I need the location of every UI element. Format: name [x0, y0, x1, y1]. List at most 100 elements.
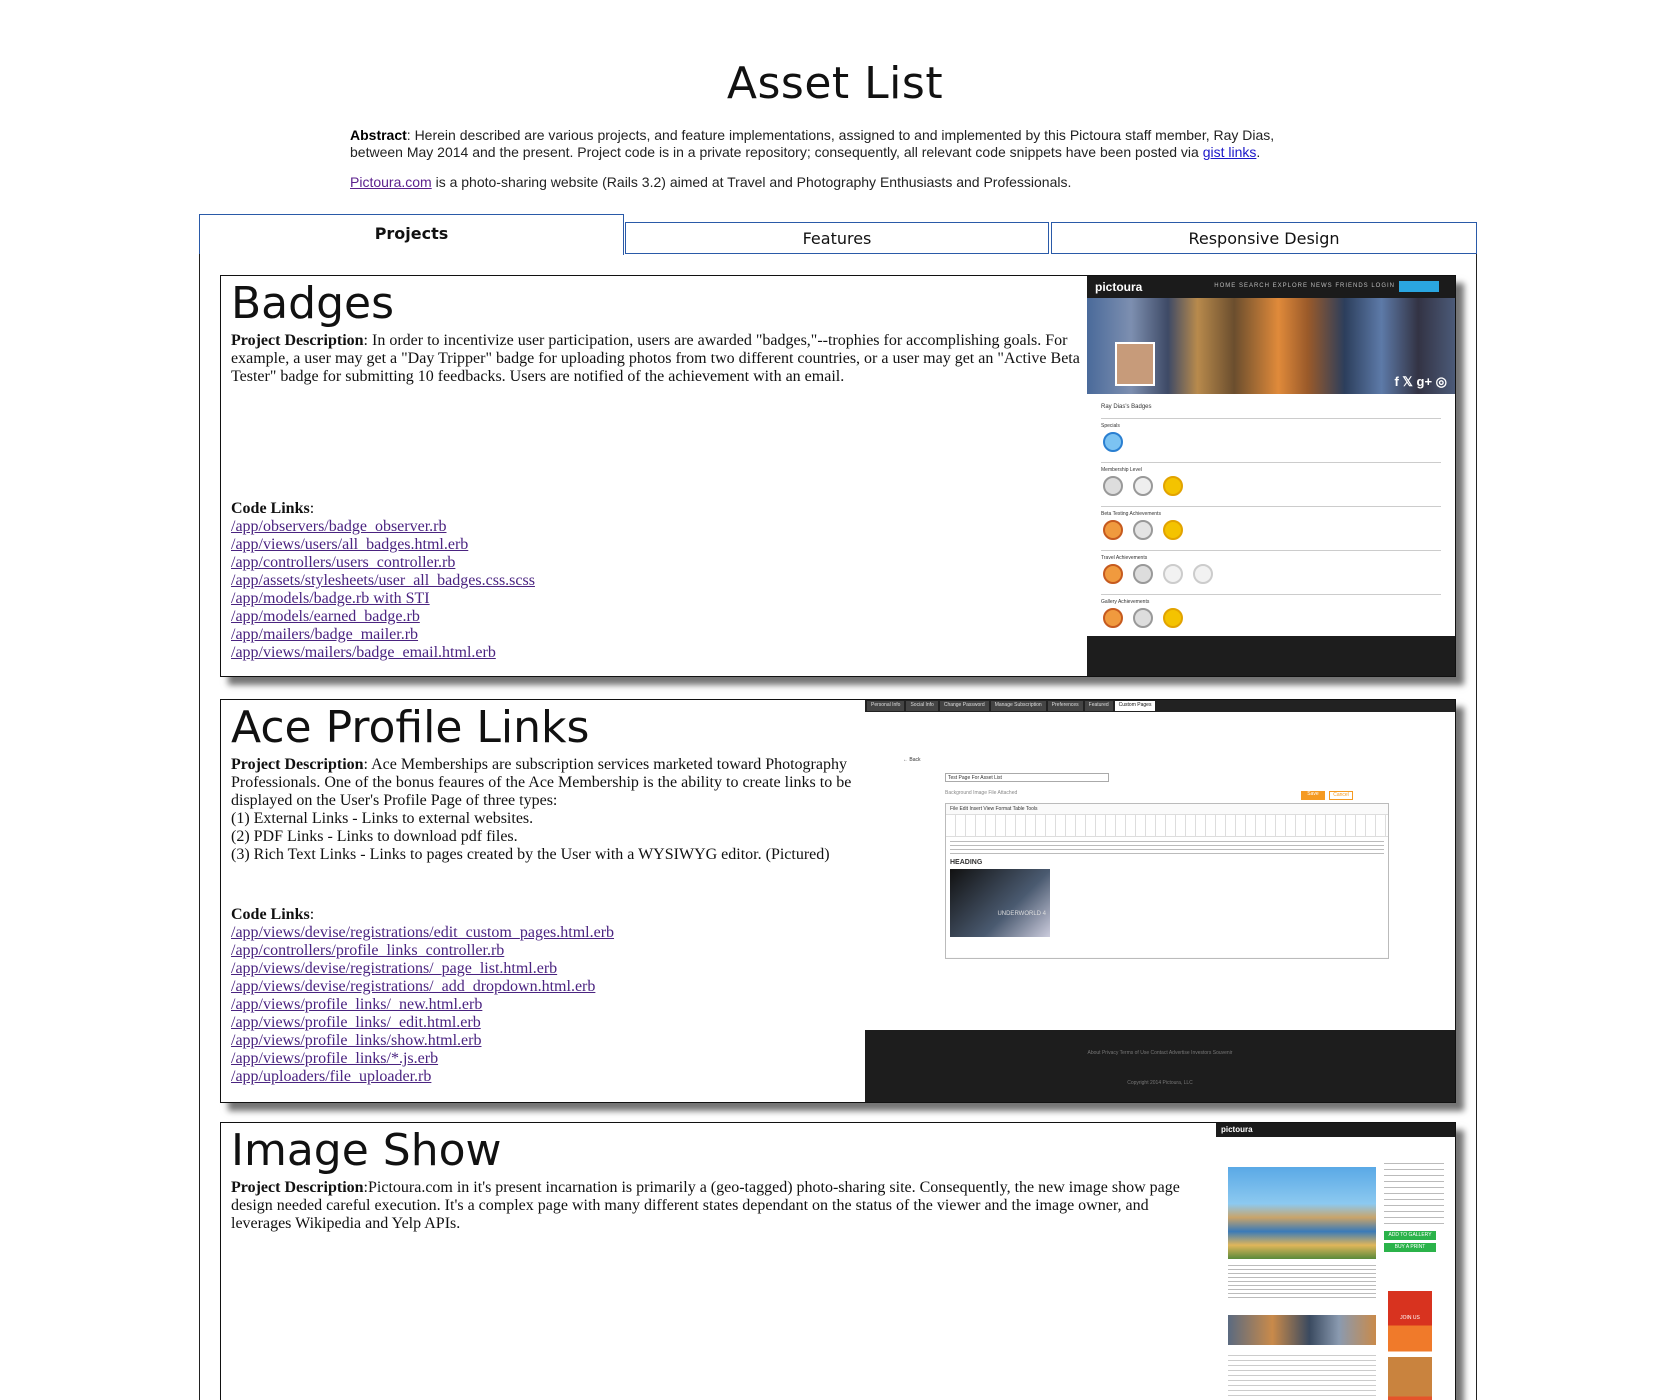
badge-icon	[1133, 564, 1153, 584]
pictoura-logo: pictoura	[1221, 1125, 1253, 1134]
editor-heading: HEADING	[950, 859, 983, 866]
wysiwyg-editor: File Edit Insert View Format Table Tools…	[945, 803, 1389, 959]
settings-tab: Change Password	[939, 701, 989, 711]
code-link[interactable]: /app/models/earned_badge.rb	[231, 608, 535, 626]
site-paragraph: Pictoura.com is a photo-sharing website …	[350, 174, 1310, 191]
abstract-paragraph: Abstract: Herein described are various p…	[350, 127, 1310, 161]
code-links: Code Links: /app/observers/badge_observe…	[231, 500, 535, 662]
gist-link[interactable]: gist links	[1203, 144, 1257, 160]
code-link[interactable]: /app/views/profile_links/show.html.erb	[231, 1032, 614, 1050]
pictoura-logo: pictoura	[1095, 280, 1143, 294]
badges-heading: Ray Dias's Badges	[1101, 404, 1152, 410]
image-show-screenshot: pictoura ADD TO GALLERY BUY A PRINT JOIN…	[1216, 1123, 1455, 1400]
tab-bar: Projects Features Responsive Design	[199, 214, 1477, 255]
code-link[interactable]: /app/models/badge.rb with STI	[231, 590, 535, 608]
footer-links: About Privacy Terms of Use Contact Adver…	[1087, 1050, 1233, 1056]
site-text: is a photo-sharing website (Rails 3.2) a…	[431, 174, 1072, 190]
code-link[interactable]: /app/views/profile_links/_edit.html.erb	[231, 1014, 614, 1032]
photo-details-lines	[1228, 1265, 1376, 1299]
badges-list: Ray Dias's Badges Specials Membership Le…	[1087, 394, 1455, 640]
movie-poster-image: UNDERWORLD 4	[950, 869, 1050, 937]
badge-icon	[1163, 608, 1183, 628]
buy-print-button-shape: BUY A PRINT	[1384, 1243, 1436, 1252]
badge-icon	[1103, 520, 1123, 540]
badge-icon	[1103, 608, 1123, 628]
description-line: (1) External Links - Links to external w…	[231, 810, 534, 827]
badge-section-label: Travel Achievements	[1101, 550, 1441, 561]
badges-screenshot: pictoura HOME SEARCH EXPLORE NEWS FRIEND…	[1087, 276, 1455, 676]
code-link[interactable]: /app/views/devise/registrations/edit_cus…	[231, 924, 614, 942]
code-link[interactable]: /app/views/mailers/badge_email.html.erb	[231, 644, 535, 662]
screenshot-footer: About Privacy Terms of Use Contact Adver…	[865, 1030, 1455, 1102]
description-text: :Pictoura.com in it's present incarnatio…	[231, 1179, 1180, 1232]
project-description: Project Description: Ace Memberships are…	[231, 756, 866, 864]
add-to-gallery-button-shape: ADD TO GALLERY	[1384, 1231, 1436, 1240]
settings-tab: Featured	[1084, 701, 1113, 711]
banner-collage: f 𝕏 g+ ◎	[1087, 298, 1455, 394]
project-card-ace-profile-links: Ace Profile Links Project Description: A…	[220, 699, 1456, 1103]
intro: Abstract: Herein described are various p…	[350, 127, 1310, 204]
ad-join-text: JOIN US	[1400, 1315, 1420, 1321]
social-icons: f 𝕏 g+ ◎	[1394, 374, 1447, 389]
screenshot-footer	[1087, 636, 1455, 676]
related-gallery-strip	[1228, 1315, 1376, 1345]
code-links: Code Links: /app/views/devise/registrati…	[231, 906, 615, 1086]
badge-icon	[1103, 432, 1123, 452]
pictoura-link[interactable]: Pictoura.com	[350, 174, 432, 190]
badge-icon	[1133, 608, 1153, 628]
code-link[interactable]: /app/observers/badge_observer.rb	[231, 518, 535, 536]
badge-section-label: Beta Testing Achievements	[1101, 506, 1441, 517]
code-link[interactable]: /app/views/devise/registrations/_page_li…	[231, 960, 614, 978]
tab-responsive-design[interactable]: Responsive Design	[1051, 222, 1477, 254]
editor-screenshot: Personal Info Social Info Change Passwor…	[865, 700, 1455, 1102]
badge-icon	[1133, 520, 1153, 540]
tab-projects[interactable]: Projects	[199, 214, 624, 255]
cancel-button-shape: Cancel	[1329, 791, 1353, 800]
description-label: Project Description	[231, 1179, 364, 1196]
page-title-field: Test Page For Asset List	[945, 773, 1109, 782]
settings-tab: Personal Info	[867, 701, 905, 711]
project-card-badges: Badges Project Description: In order to …	[220, 275, 1456, 677]
sidebar-lines	[1384, 1163, 1444, 1227]
code-link[interactable]: /app/controllers/profile_links_controlle…	[231, 942, 614, 960]
abstract-end: .	[1256, 144, 1261, 160]
settings-tab: Social Info	[906, 701, 938, 711]
project-description: Project Description: In order to incenti…	[231, 332, 1101, 386]
code-links-label: Code Links	[231, 500, 310, 517]
badge-icon	[1163, 520, 1183, 540]
code-link[interactable]: /app/assets/stylesheets/user_all_badges.…	[231, 572, 535, 590]
settings-tabs: Personal Info Social Info Change Passwor…	[865, 700, 1455, 712]
code-link[interactable]: /app/views/profile_links/_new.html.erb	[231, 996, 614, 1014]
back-link: ← Back	[903, 757, 921, 763]
featured-photo	[1228, 1167, 1376, 1259]
badge-icon	[1103, 476, 1123, 496]
screenshot-navbar: pictoura	[1216, 1123, 1455, 1137]
code-link[interactable]: /app/views/profile_links/*.js.erb	[231, 1050, 614, 1068]
settings-tab: Custom Pages	[1114, 701, 1156, 711]
code-link[interactable]: /app/mailers/badge_mailer.rb	[231, 626, 535, 644]
code-link[interactable]: /app/uploaders/file_uploader.rb	[231, 1068, 614, 1086]
project-description: Project Description:Pictoura.com in it's…	[231, 1179, 1196, 1233]
project-card-image-show: Image Show Project Description:Pictoura.…	[220, 1122, 1456, 1400]
screenshot-nav-links: HOME SEARCH EXPLORE NEWS FRIENDS LOGIN	[1214, 283, 1395, 289]
description-line: (2) PDF Links - Links to download pdf fi…	[231, 828, 518, 845]
badge-section-label: Gallery Achievements	[1101, 594, 1441, 605]
badge-section-label: Membership Level	[1101, 462, 1441, 473]
editor-content: HEADING UNDERWORLD 4	[946, 837, 1388, 957]
description-line: (3) Rich Text Links - Links to pages cre…	[231, 846, 830, 863]
code-link[interactable]: /app/views/devise/registrations/_add_dro…	[231, 978, 614, 996]
badge-icon	[1163, 476, 1183, 496]
article-lines	[1228, 1355, 1376, 1400]
code-links-label: Code Links	[231, 906, 310, 923]
tab-features[interactable]: Features	[625, 222, 1049, 254]
badge-icon	[1133, 476, 1153, 496]
abstract-text: : Herein described are various projects,…	[350, 127, 1275, 160]
abstract-label: Abstract	[350, 127, 407, 143]
code-link[interactable]: /app/controllers/users_controller.rb	[231, 554, 535, 572]
badge-icon	[1193, 564, 1213, 584]
ad-banner: JOIN US	[1388, 1291, 1432, 1400]
code-link[interactable]: /app/views/users/all_badges.html.erb	[231, 536, 535, 554]
page-title: Asset List	[726, 58, 944, 109]
save-button-shape: Save	[1301, 791, 1325, 800]
description-label: Project Description	[231, 332, 364, 349]
